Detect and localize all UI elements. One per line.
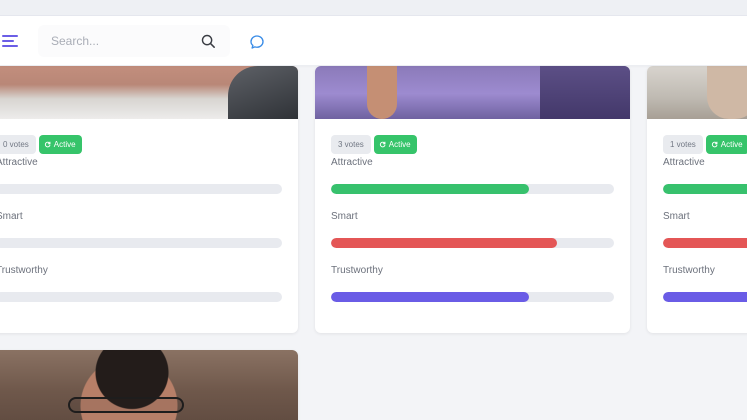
- profile-photo: [0, 66, 298, 119]
- active-badge: Active: [705, 135, 747, 154]
- attractive-progress-track: [331, 184, 614, 194]
- trustworthy-progress-fill: [331, 292, 530, 302]
- active-label: Active: [53, 140, 76, 149]
- votes-badge: 3 votes: [331, 135, 371, 154]
- vote-status-row: 3 votes Active: [331, 135, 417, 154]
- app-frame: 0 votes Active Attractive Smart: [0, 0, 747, 420]
- top-navbar: [0, 16, 747, 66]
- smart-metric: Smart: [331, 211, 614, 248]
- vote-status-row: 1 votes Active: [663, 135, 747, 154]
- trustworthy-metric: Trustworthy: [0, 265, 282, 302]
- smart-metric: Smart: [663, 211, 747, 248]
- smart-label: Smart: [663, 211, 690, 222]
- attractive-metric: Attractive: [0, 157, 282, 194]
- attractive-label: Attractive: [331, 157, 373, 168]
- top-strip: [0, 0, 747, 16]
- menu-line-icon: [2, 40, 14, 42]
- active-label: Active: [388, 140, 411, 149]
- smart-label: Smart: [0, 211, 23, 222]
- attractive-progress-track: [0, 184, 282, 194]
- profile-card: 1 votes Active Attractive Smart Trustwor…: [647, 66, 747, 333]
- menu-icon[interactable]: [2, 34, 20, 48]
- trustworthy-progress-track: [663, 292, 747, 302]
- active-label: Active: [720, 140, 743, 149]
- refresh-icon: [44, 141, 51, 148]
- profile-photo: [0, 350, 298, 420]
- trustworthy-progress-fill: [663, 292, 747, 302]
- active-badge: Active: [38, 135, 82, 154]
- search-icon[interactable]: [200, 33, 217, 50]
- profile-photo: [647, 66, 747, 119]
- attractive-label: Attractive: [663, 157, 705, 168]
- vote-status-row: 0 votes Active: [0, 135, 82, 154]
- trustworthy-label: Trustworthy: [331, 265, 383, 276]
- rating-panel: 3 votes Active Attractive Smart Trustwor…: [315, 135, 630, 325]
- profile-card: 3 votes Active Attractive Smart Trustwor…: [315, 66, 630, 333]
- smart-progress-track: [663, 238, 747, 248]
- votes-badge: 0 votes: [0, 135, 36, 154]
- attractive-progress-fill: [331, 184, 530, 194]
- profile-card: [0, 350, 298, 420]
- trustworthy-progress-track: [0, 292, 282, 302]
- profile-photo: [315, 66, 630, 119]
- smart-progress-fill: [663, 238, 747, 248]
- trustworthy-label: Trustworthy: [0, 265, 48, 276]
- refresh-icon: [379, 141, 386, 148]
- refresh-icon: [711, 141, 718, 148]
- attractive-label: Attractive: [0, 157, 38, 168]
- rating-panel: 0 votes Active Attractive Smart: [0, 135, 298, 325]
- smart-progress-fill: [331, 238, 558, 248]
- attractive-metric: Attractive: [663, 157, 747, 194]
- attractive-metric: Attractive: [331, 157, 614, 194]
- smart-label: Smart: [331, 211, 358, 222]
- chat-icon[interactable]: [248, 33, 266, 51]
- attractive-progress-fill: [663, 184, 747, 194]
- smart-progress-track: [0, 238, 282, 248]
- menu-line-icon: [2, 45, 18, 47]
- trustworthy-metric: Trustworthy: [331, 265, 614, 302]
- active-badge: Active: [373, 135, 417, 154]
- search-box[interactable]: [38, 25, 230, 57]
- menu-line-icon: [2, 35, 18, 37]
- trustworthy-progress-track: [331, 292, 614, 302]
- trustworthy-label: Trustworthy: [663, 265, 715, 276]
- profile-card: 0 votes Active Attractive Smart: [0, 66, 298, 333]
- trustworthy-metric: Trustworthy: [663, 265, 747, 302]
- smart-progress-track: [331, 238, 614, 248]
- smart-metric: Smart: [0, 211, 282, 248]
- attractive-progress-track: [663, 184, 747, 194]
- rating-panel: 1 votes Active Attractive Smart Trustwor…: [647, 135, 747, 325]
- votes-badge: 1 votes: [663, 135, 703, 154]
